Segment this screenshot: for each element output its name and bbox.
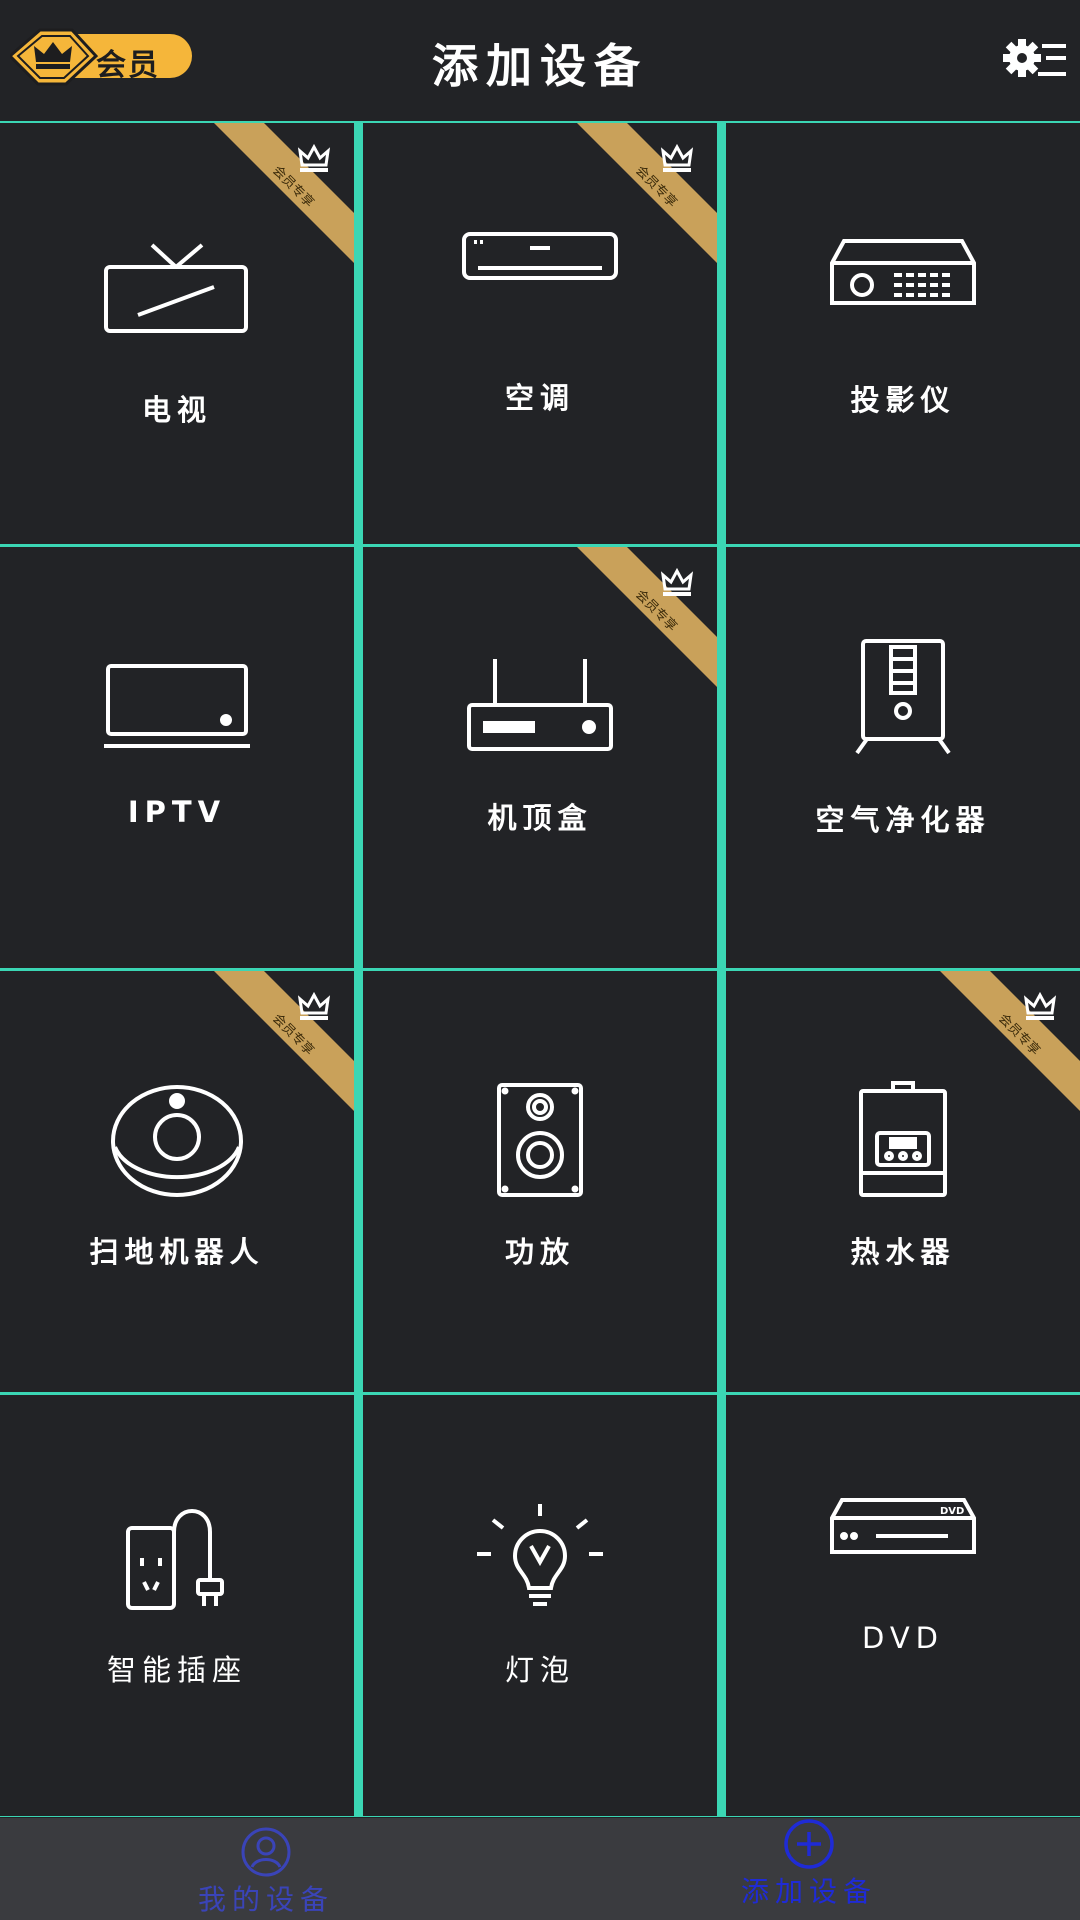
settings-gear-icon: [1003, 39, 1066, 77]
vip-ribbon: 会员专享: [577, 123, 717, 263]
dvd-player-icon: DVD: [830, 1498, 976, 1554]
device-tile-smart-plug[interactable]: 智能插座: [0, 1395, 354, 1816]
device-tile-robot-vacuum[interactable]: 扫地机器人 会员专享: [0, 971, 354, 1392]
device-grid: 电视 会员专享 空调 会员专享 投影仪 IPTV 机顶盒 会员专享 空气净化器 …: [0, 121, 1080, 1817]
device-label: 机顶盒: [487, 801, 593, 835]
smart-plug-icon: [126, 1509, 224, 1610]
vip-ribbon: 会员专享: [214, 971, 354, 1111]
device-label: DVD: [862, 1621, 944, 1655]
device-tile-speaker[interactable]: 功放: [363, 971, 717, 1392]
user-profile-icon: [241, 1827, 291, 1877]
device-tile-water-heater[interactable]: 热水器 会员专享: [726, 971, 1080, 1392]
header: 会员 添加设备: [0, 0, 1080, 122]
settings-button[interactable]: [1002, 38, 1068, 84]
device-label: 扫地机器人: [89, 1235, 265, 1269]
water-heater-icon: [859, 1081, 947, 1197]
tab-add-device[interactable]: 添加设备: [659, 1818, 959, 1920]
device-label: 电视: [141, 393, 212, 427]
tab-label: 我的设备: [197, 1883, 334, 1916]
device-label: 空调: [504, 381, 575, 415]
tab-my-devices[interactable]: 我的设备: [116, 1818, 416, 1920]
device-tile-light-bulb[interactable]: 灯泡: [363, 1395, 717, 1816]
device-tile-projector[interactable]: 投影仪: [726, 123, 1080, 544]
iptv-icon: [104, 664, 250, 748]
projector-icon: [830, 239, 976, 305]
device-label: IPTV: [127, 795, 227, 829]
device-label: 智能插座: [106, 1653, 247, 1687]
device-label: 功放: [504, 1235, 575, 1269]
device-label: 热水器: [850, 1235, 956, 1269]
device-label: 空气净化器: [815, 803, 991, 837]
device-tile-set-top-box[interactable]: 机顶盒 会员专享: [363, 547, 717, 968]
speaker-icon: [497, 1083, 583, 1197]
tab-bar: 我的设备 添加设备: [0, 1818, 1080, 1920]
vip-ribbon: 会员专享: [214, 123, 354, 263]
air-purifier-icon: [855, 639, 951, 755]
page-title: 添加设备: [432, 39, 648, 93]
vip-ribbon: 会员专享: [940, 971, 1080, 1111]
tab-label: 添加设备: [740, 1875, 877, 1908]
device-tile-air-conditioner[interactable]: 空调 会员专享: [363, 123, 717, 544]
device-tile-tv[interactable]: 电视 会员专享: [0, 123, 354, 544]
add-circle-icon: [784, 1819, 834, 1869]
vip-ribbon: 会员专享: [577, 547, 717, 687]
device-tile-dvd[interactable]: DVD DVD: [726, 1395, 1080, 1816]
dvd-badge-label: DVD: [940, 1506, 964, 1517]
device-label: 投影仪: [850, 383, 956, 417]
device-label: 灯泡: [504, 1653, 575, 1687]
device-tile-air-purifier[interactable]: 空气净化器: [726, 547, 1080, 968]
light-bulb-icon: [477, 1504, 603, 1606]
device-tile-iptv[interactable]: IPTV: [0, 547, 354, 968]
